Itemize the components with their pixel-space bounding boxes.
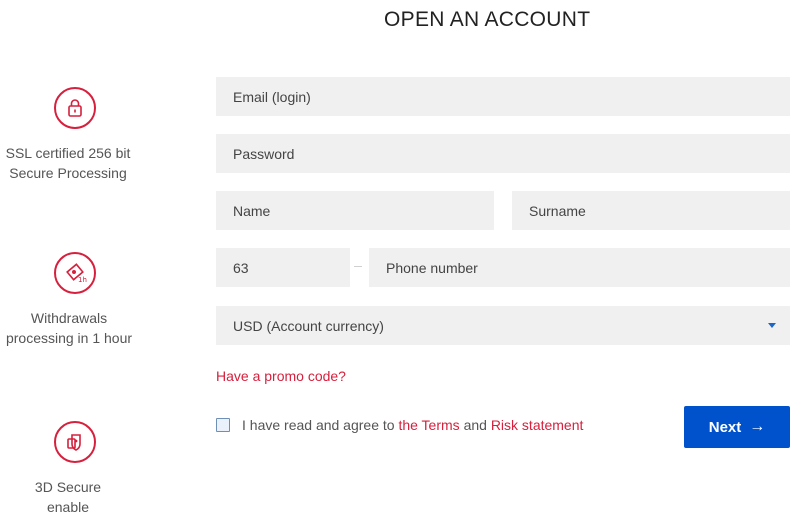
withdrawal-icon: 1h [54, 252, 96, 294]
dropdown-caret-icon [768, 323, 776, 328]
agree-row: I have read and agree to the Terms and R… [216, 417, 583, 433]
currency-select[interactable]: USD (Account currency) [216, 306, 790, 345]
currency-value: USD (Account currency) [233, 317, 384, 334]
terms-link[interactable]: the Terms [398, 417, 459, 433]
risk-statement-link[interactable]: Risk statement [491, 417, 584, 433]
password-field[interactable]: Password [216, 134, 790, 173]
surname-placeholder: Surname [529, 202, 586, 219]
phone-field[interactable]: Phone number [369, 248, 790, 287]
next-label: Next [708, 418, 742, 436]
phone-code-value: 63 [233, 259, 249, 276]
email-placeholder: Email (login) [233, 88, 311, 105]
promo-code-link[interactable]: Have a promo code? [216, 368, 346, 384]
phone-placeholder: Phone number [386, 259, 478, 276]
feature-3d-secure: 3D Secure enable [0, 421, 150, 517]
next-button[interactable]: Next → [684, 406, 790, 448]
agree-checkbox[interactable] [216, 418, 230, 432]
feature-withdrawals: 1h Withdrawals processing in 1 hour [0, 252, 150, 348]
page-title: OPEN AN ACCOUNT [384, 8, 591, 31]
phone-separator [354, 266, 362, 267]
arrow-right-icon: → [749, 418, 766, 435]
feature-ssl: SSL certified 256 bit Secure Processing [0, 87, 150, 183]
name-placeholder: Name [233, 202, 271, 219]
agree-prefix: I have read and agree to [242, 417, 395, 433]
surname-field[interactable]: Surname [512, 191, 790, 230]
feature-text: 3D Secure enable [34, 479, 102, 515]
phone-code-field[interactable]: 63 [216, 248, 350, 287]
shield-icon [54, 421, 96, 463]
lock-icon [54, 87, 96, 129]
password-placeholder: Password [233, 145, 295, 162]
feature-text: Withdrawals processing in 1 hour [5, 310, 133, 346]
feature-text: SSL certified 256 bit Secure Processing [5, 145, 131, 181]
svg-text:1h: 1h [78, 276, 87, 284]
email-field[interactable]: Email (login) [216, 77, 790, 116]
name-field[interactable]: Name [216, 191, 494, 230]
agree-and: and [463, 417, 487, 433]
